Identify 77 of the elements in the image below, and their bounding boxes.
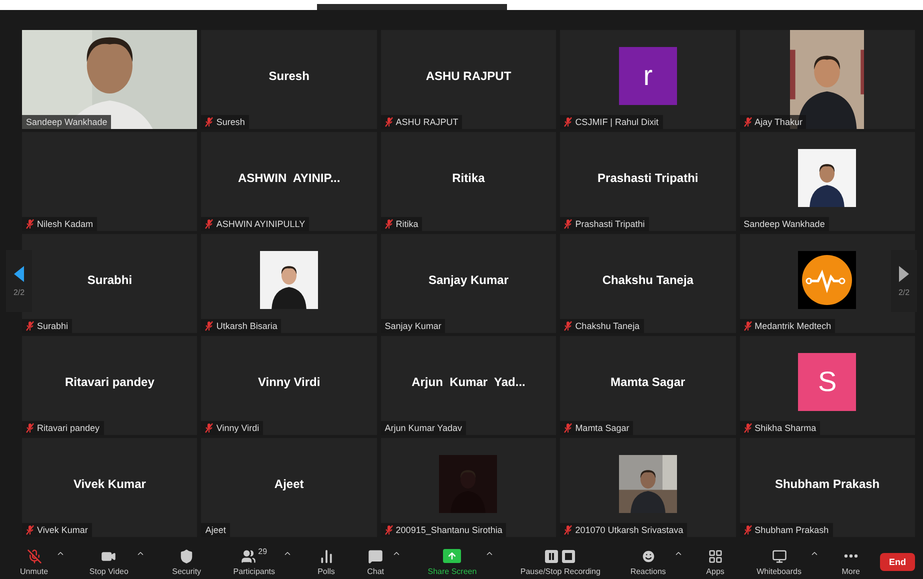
participant-label: Mamta Sagar bbox=[575, 423, 630, 433]
smiley-icon bbox=[640, 548, 656, 564]
participant-label: Chakshu Taneja bbox=[575, 321, 640, 331]
toolbar-button[interactable]: Share Screen bbox=[426, 545, 479, 576]
pulse-logo-icon bbox=[798, 250, 856, 308]
participant-label: Shubham Prakash bbox=[754, 525, 829, 535]
participant-name: Prashasti Tripathi bbox=[598, 170, 698, 184]
toolbar-button[interactable]: Whiteboards bbox=[754, 545, 804, 576]
caret-button[interactable] bbox=[674, 549, 683, 558]
letter-avatar: S bbox=[798, 352, 856, 410]
grid-icon bbox=[708, 548, 723, 564]
participant-label: Ajeet bbox=[205, 525, 226, 535]
participant-label: Vivek Kumar bbox=[37, 525, 88, 535]
caret-button[interactable] bbox=[392, 549, 402, 558]
toolbar-button[interactable]: Stop Video bbox=[87, 545, 130, 576]
participant-label: ASHWIN AYINIPULLY bbox=[216, 219, 306, 229]
participant-label: Arjun Kumar Yadav bbox=[384, 423, 462, 433]
participant-label: Utkarsh Bisaria bbox=[216, 321, 278, 331]
caret-button[interactable] bbox=[484, 549, 494, 558]
participant-label: Sandeep Wankhade bbox=[26, 117, 108, 127]
ellipsis-icon bbox=[844, 554, 858, 558]
participant-label: Shikha Sharma bbox=[754, 423, 816, 433]
previous-page-button[interactable]: 2/2 bbox=[6, 250, 32, 312]
caret-button[interactable] bbox=[810, 549, 818, 558]
people-icon bbox=[241, 548, 256, 564]
end-button[interactable]: End bbox=[880, 553, 915, 571]
participant-label: Prashasti Tripathi bbox=[575, 219, 645, 229]
toolbar-button[interactable]: Reactions bbox=[628, 545, 668, 576]
toolbar-button[interactable]: Pause/Stop Recording bbox=[518, 545, 602, 576]
participant-label: Sanjay Kumar bbox=[384, 321, 442, 331]
participant-name: Sanjay Kumar bbox=[428, 272, 509, 286]
participant-label: Medantrik Medtech bbox=[754, 321, 832, 331]
page-indicator: 2/2 bbox=[13, 288, 25, 296]
participant-label: Ajay Thakur bbox=[754, 117, 802, 127]
participant-label: Sandeep Wankhade bbox=[744, 219, 825, 229]
caret-button[interactable] bbox=[136, 549, 146, 558]
toolbar-button[interactable]: Unmute bbox=[18, 545, 50, 576]
pause-stop-icon bbox=[544, 548, 576, 564]
shield-icon bbox=[179, 548, 194, 564]
participant-name: ASHU RAJPUT bbox=[426, 68, 512, 82]
participant-label: Vinny Virdi bbox=[216, 423, 260, 433]
participant-name: Ajeet bbox=[274, 476, 304, 490]
bar-chart-icon bbox=[318, 548, 334, 564]
participant-label: Surabhi bbox=[37, 321, 68, 331]
participant-label: 200915_Shantanu Sirothia bbox=[396, 525, 502, 535]
participant-label: CSJMIF | Rahul Dixit bbox=[575, 117, 659, 127]
toolbar-button[interactable]: Security bbox=[170, 545, 204, 576]
participant-count: 29 bbox=[258, 547, 268, 556]
chat-bubble-icon bbox=[368, 548, 384, 564]
participant-label: Nilesh Kadam bbox=[37, 219, 94, 229]
next-page-button[interactable]: 2/2 bbox=[891, 250, 917, 312]
participant-label: ASHU RAJPUT bbox=[396, 117, 458, 127]
participant-name: ASHWIN AYINIP... bbox=[238, 170, 340, 184]
toolbar-button[interactable]: 29 Participants bbox=[231, 545, 278, 576]
participant-name: Mamta Sagar bbox=[610, 374, 686, 388]
participant-name: Vivek Kumar bbox=[73, 476, 146, 490]
participant-label: Ritika bbox=[396, 219, 418, 229]
page-indicator: 2/2 bbox=[898, 288, 910, 296]
letter-avatar: r bbox=[618, 46, 677, 104]
monitor-icon bbox=[772, 548, 787, 564]
caret-button[interactable] bbox=[56, 549, 66, 558]
participant-name: Vinny Virdi bbox=[258, 374, 320, 388]
toolbar-button[interactable]: Polls bbox=[316, 545, 337, 576]
participant-name: Surabhi bbox=[87, 272, 132, 286]
participant-label: 201070 Utkarsh Srivastava bbox=[575, 525, 684, 535]
participant-name: Ritika bbox=[452, 170, 485, 184]
participant-name: Chakshu Taneja bbox=[602, 272, 694, 286]
participant-name: Ritavari pandey bbox=[65, 374, 154, 388]
toolbar-button[interactable]: More bbox=[840, 545, 862, 576]
participant-name: Shubham Prakash bbox=[774, 476, 880, 490]
toolbar-button[interactable]: Apps bbox=[704, 545, 726, 576]
toolbar-button[interactable]: Chat bbox=[365, 545, 386, 576]
participant-label: Ritavari pandey bbox=[37, 423, 100, 433]
participant-name: Arjun Kumar Yad... bbox=[412, 374, 526, 388]
participant-name: Suresh bbox=[268, 68, 310, 82]
caret-button[interactable] bbox=[283, 549, 292, 558]
participant-label: Suresh bbox=[216, 117, 245, 127]
